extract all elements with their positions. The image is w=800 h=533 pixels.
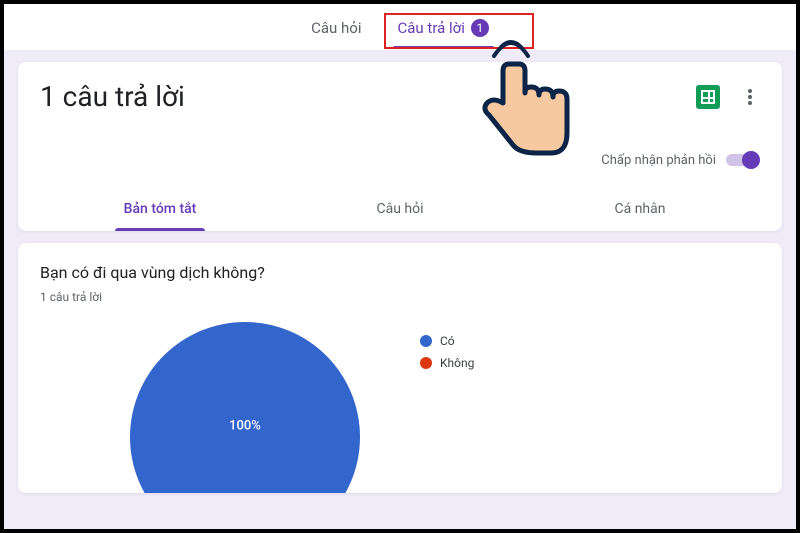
responses-page: 1 câu trả lời Chấp nhận phản hồi Bản tóm… — [4, 50, 796, 529]
sheets-icon[interactable] — [696, 85, 720, 109]
accept-responses-row: Chấp nhận phản hồi — [40, 151, 760, 169]
subtab-individual-label: Cá nhân — [615, 201, 666, 217]
pie-chart-area: 100% Có Không — [40, 322, 760, 493]
pie-chart: 100% — [130, 322, 360, 493]
subtab-question[interactable]: Câu hỏi — [280, 187, 520, 231]
pie-legend: Có Không — [420, 334, 474, 370]
accept-responses-label: Chấp nhận phản hồi — [601, 153, 716, 168]
tab-responses[interactable]: Câu trả lời 1 — [394, 9, 493, 49]
responses-title: 1 câu trả lời — [40, 80, 185, 113]
tab-responses-label: Câu trả lời — [398, 19, 465, 37]
responses-count-badge: 1 — [471, 19, 489, 37]
subtab-summary-label: Bản tóm tắt — [124, 201, 197, 217]
tab-questions-label: Câu hỏi — [311, 19, 361, 37]
legend-item-no: Không — [420, 356, 474, 370]
summary-card: Bạn có đi qua vùng dịch không? 1 câu trả… — [18, 243, 782, 493]
title-actions — [696, 85, 760, 109]
question-response-count: 1 câu trả lời — [40, 290, 760, 304]
pie-center-label: 100% — [229, 418, 261, 433]
legend-swatch-yes — [420, 335, 432, 347]
legend-item-yes: Có — [420, 334, 474, 348]
more-vert-icon[interactable] — [740, 87, 760, 107]
legend-swatch-no — [420, 357, 432, 369]
responses-header-card: 1 câu trả lời Chấp nhận phản hồi Bản tóm… — [18, 62, 782, 231]
tab-questions[interactable]: Câu hỏi — [307, 9, 365, 49]
responses-subtabs: Bản tóm tắt Câu hỏi Cá nhân — [40, 187, 760, 231]
subtab-question-label: Câu hỏi — [376, 201, 423, 217]
subtab-individual[interactable]: Cá nhân — [520, 187, 760, 231]
legend-label-no: Không — [440, 356, 474, 370]
question-title: Bạn có đi qua vùng dịch không? — [40, 263, 760, 282]
main-tabs: Câu hỏi Câu trả lời 1 — [4, 4, 796, 50]
accept-responses-toggle[interactable] — [726, 151, 760, 169]
title-row: 1 câu trả lời — [40, 80, 760, 113]
legend-label-yes: Có — [440, 334, 455, 348]
subtab-summary[interactable]: Bản tóm tắt — [40, 187, 280, 231]
